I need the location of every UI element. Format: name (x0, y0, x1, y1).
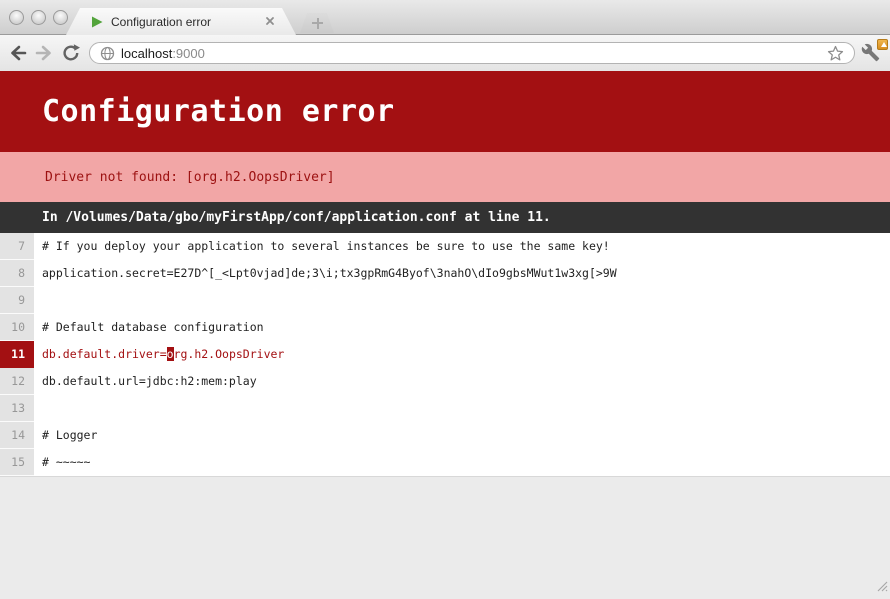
window-minimize-button[interactable] (31, 10, 46, 25)
line-number: 13 (0, 395, 34, 422)
error-header: Configuration error (0, 71, 890, 152)
window-controls (9, 10, 68, 25)
play-framework-favicon (90, 15, 104, 29)
line-code: db.default.url=jdbc:h2:mem:play (34, 368, 890, 395)
window-close-button[interactable] (9, 10, 24, 25)
browser-window: Configuration error localhost:9000 (0, 0, 890, 599)
error-location-bar: In /Volumes/Data/gbo/myFirstApp/conf/app… (0, 202, 890, 233)
code-line: 13 (0, 395, 890, 422)
code-line: 14 # Logger (0, 422, 890, 449)
code-line: 10 # Default database configuration (0, 314, 890, 341)
line-number: 10 (0, 314, 34, 341)
back-button[interactable] (8, 43, 30, 63)
code-line: 15 # ~~~~~ (0, 449, 890, 476)
tab-strip: Configuration error (0, 0, 890, 35)
url-host: localhost (121, 46, 172, 61)
code-listing: 7 # If you deploy your application to se… (0, 233, 890, 476)
tab-close-icon[interactable] (263, 15, 276, 28)
code-line: 9 (0, 287, 890, 314)
reload-icon[interactable] (61, 43, 83, 63)
line-number: 14 (0, 422, 34, 449)
browser-toolbar: localhost:9000 (0, 35, 890, 71)
tab-configuration-error[interactable]: Configuration error (66, 8, 296, 35)
error-location-text: In /Volumes/Data/gbo/myFirstApp/conf/app… (42, 210, 551, 225)
code-line: 11 db.default.driver=org.h2.OopsDriver (0, 341, 890, 368)
line-code: # ~~~~~ (34, 449, 890, 476)
code-line: 7 # If you deploy your application to se… (0, 233, 890, 260)
line-number: 15 (0, 449, 34, 476)
error-message: Driver not found: [org.h2.OopsDriver] (45, 170, 335, 185)
line-code: db.default.driver=org.h2.OopsDriver (34, 341, 890, 368)
line-code: # Default database configuration (34, 314, 890, 341)
url-text[interactable]: localhost:9000 (121, 46, 827, 61)
window-zoom-button[interactable] (53, 10, 68, 25)
error-banner: Driver not found: [org.h2.OopsDriver] (0, 152, 890, 202)
page-title: Configuration error (42, 94, 395, 129)
resize-grip[interactable] (874, 578, 888, 597)
line-code (34, 287, 890, 314)
up-arrow-icon (881, 42, 887, 47)
update-badge-icon (877, 39, 888, 50)
globe-icon (100, 46, 115, 61)
line-code (34, 395, 890, 422)
page-footer (0, 476, 890, 599)
line-number: 9 (0, 287, 34, 314)
line-number: 8 (0, 260, 34, 287)
code-line: 12 db.default.url=jdbc:h2:mem:play (0, 368, 890, 395)
code-line: 8 application.secret=E27D^[_<Lpt0vjad]de… (0, 260, 890, 287)
wrench-menu-icon[interactable] (861, 43, 885, 63)
line-code: application.secret=E27D^[_<Lpt0vjad]de;3… (34, 260, 890, 287)
line-number: 7 (0, 233, 34, 260)
line-code: # If you deploy your application to seve… (34, 233, 890, 260)
line-code: # Logger (34, 422, 890, 449)
line-number: 12 (0, 368, 34, 395)
bookmark-star-icon[interactable] (827, 45, 844, 62)
url-port: :9000 (172, 46, 205, 61)
new-tab-button[interactable] (300, 13, 334, 33)
plus-icon (317, 18, 319, 29)
line-number: 11 (0, 341, 34, 368)
address-bar[interactable]: localhost:9000 (89, 42, 855, 64)
error-page: Configuration error Driver not found: [o… (0, 71, 890, 599)
forward-button[interactable] (34, 43, 56, 63)
error-marker: o (167, 347, 174, 361)
tab-title: Configuration error (111, 15, 211, 29)
